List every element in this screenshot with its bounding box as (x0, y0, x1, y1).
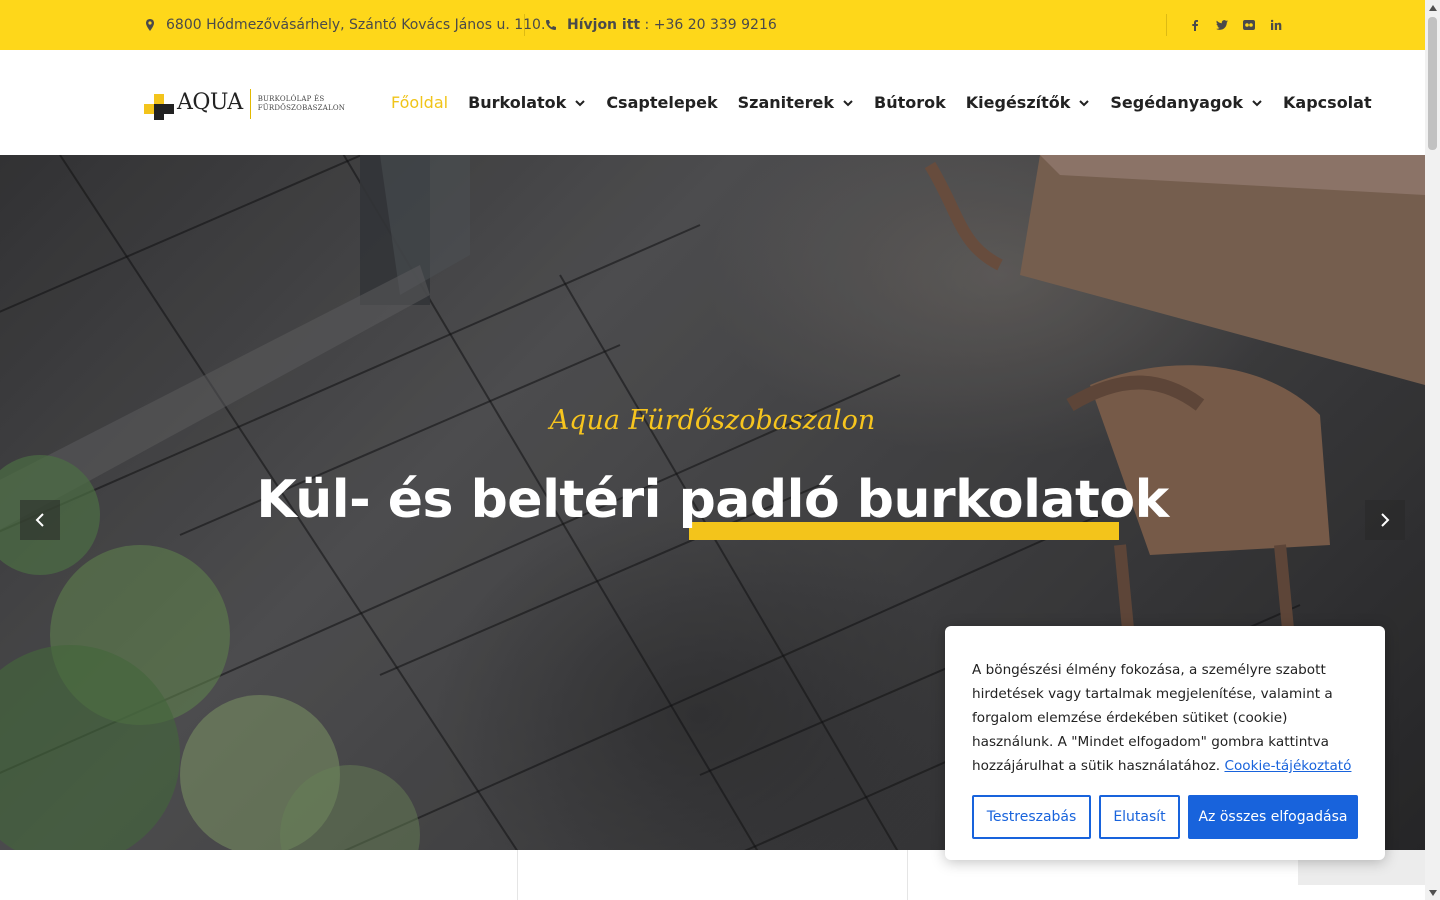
phone-label: Hívjon itt (567, 17, 641, 33)
address-info: 6800 Hódmezővásárhely, Szántó Kovács Ján… (143, 0, 545, 50)
nav-item-butorok[interactable]: Bútorok (874, 93, 946, 112)
phone-icon (544, 18, 558, 32)
cookie-buttons: Testreszabás Elutasít Az összes elfogadá… (972, 795, 1358, 839)
logo-mark-icon (143, 88, 175, 120)
nav-item-fooldal[interactable]: Főoldal (391, 93, 448, 112)
nav-item-burkolatok[interactable]: Burkolatok (468, 93, 586, 112)
address-text: 6800 Hódmezővásárhely, Szántó Kovács Ján… (166, 17, 546, 33)
nav-item-szaniterek[interactable]: Szaniterek (738, 93, 854, 112)
chevron-down-icon (574, 97, 586, 109)
scroll-thumb[interactable] (1428, 17, 1437, 150)
nav-item-segedanyagok[interactable]: Segédanyagok (1110, 93, 1263, 112)
cookie-consent-banner: A böngészési élmény fokozása, a személyr… (945, 626, 1385, 860)
nav-item-csaptelepek[interactable]: Csaptelepek (606, 93, 717, 112)
chevron-down-icon (842, 97, 854, 109)
topbar-divider (1166, 14, 1167, 36)
cookie-reject-button[interactable]: Elutasít (1099, 795, 1180, 839)
facebook-icon[interactable] (1188, 18, 1202, 32)
nav-item-kapcsolat[interactable]: Kapcsolat (1283, 93, 1372, 112)
map-marker-icon (143, 18, 157, 32)
chevron-down-icon (1078, 97, 1090, 109)
flickr-icon[interactable] (1242, 18, 1256, 32)
scroll-up-arrow-icon[interactable] (1425, 0, 1440, 15)
logo-wordmark: AQUA (177, 89, 243, 115)
hero-subtitle: Aqua Fürdőszobaszalon (549, 405, 876, 436)
top-info-bar: 6800 Hódmezővásárhely, Szántó Kovács Ján… (0, 0, 1425, 50)
linkedin-icon[interactable] (1269, 18, 1283, 32)
site-logo[interactable]: AQUA BURKOLÓLAP ÉS FÜRDŐSZOBASZALON (143, 86, 345, 122)
cookie-text: A böngészési élmény fokozása, a személyr… (972, 662, 1352, 774)
cookie-policy-link[interactable]: Cookie-tájékoztató (1224, 758, 1351, 774)
social-links (1188, 0, 1283, 50)
logo-divider (249, 89, 251, 119)
phone-info[interactable]: Hívjon itt : +36 20 339 9216 (544, 0, 777, 50)
column-divider (517, 850, 518, 900)
page-scrollbar[interactable] (1425, 0, 1440, 900)
scroll-down-arrow-icon[interactable] (1425, 885, 1440, 900)
phone-number[interactable]: : +36 20 339 9216 (640, 17, 777, 33)
topbar-divider (524, 14, 525, 36)
cookie-accept-all-button[interactable]: Az összes elfogadása (1188, 795, 1358, 839)
twitter-icon[interactable] (1215, 18, 1229, 32)
main-header: AQUA BURKOLÓLAP ÉS FÜRDŐSZOBASZALON Főol… (0, 50, 1425, 155)
logo-subtitle: BURKOLÓLAP ÉS FÜRDŐSZOBASZALON (257, 95, 346, 112)
chevron-down-icon (1251, 97, 1263, 109)
nav-item-kiegeszitok[interactable]: Kiegészítők (966, 93, 1091, 112)
main-nav: Főoldal Burkolatok Csaptelepek Szanitere… (391, 50, 1392, 155)
column-divider (907, 850, 908, 900)
cookie-customize-button[interactable]: Testreszabás (972, 795, 1091, 839)
hero-title: Kül- és beltéri padló burkolatok (256, 470, 1169, 530)
